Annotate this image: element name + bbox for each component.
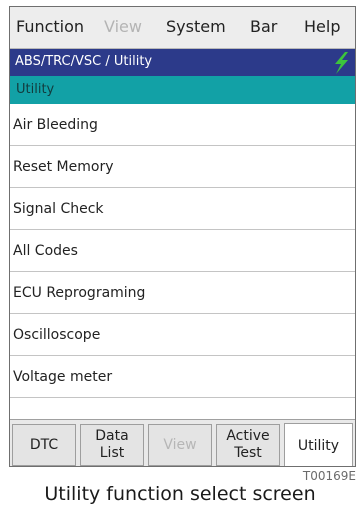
tab-bar: DTC Data List View Active Test Utility bbox=[10, 419, 355, 466]
tab-active-test[interactable]: Active Test bbox=[216, 424, 280, 466]
list-item-signal-check[interactable]: Signal Check bbox=[10, 188, 355, 230]
tab-dtc[interactable]: DTC bbox=[12, 424, 76, 466]
list-item-ecu-reprograming[interactable]: ECU Reprograming bbox=[10, 272, 355, 314]
tab-label: Utility bbox=[297, 437, 340, 454]
list-item-label: Oscilloscope bbox=[13, 327, 101, 343]
section-title: Utility bbox=[16, 82, 55, 97]
tester-screen: Function View System Bar Help ABS/TRC/VS… bbox=[9, 6, 356, 467]
figure-code: T00169E bbox=[302, 469, 356, 483]
list-item-label: Air Bleeding bbox=[13, 117, 98, 133]
list-item-label: ECU Reprograming bbox=[13, 285, 146, 301]
breadcrumb-text: ABS/TRC/VSC / Utility bbox=[15, 54, 153, 69]
utility-list: Air Bleeding Reset Memory Signal Check A… bbox=[10, 104, 355, 398]
list-item-voltage-meter[interactable]: Voltage meter bbox=[10, 356, 355, 398]
menu-system[interactable]: System bbox=[166, 17, 226, 36]
tab-view: View bbox=[148, 424, 212, 466]
menu-help[interactable]: Help bbox=[304, 17, 340, 36]
breadcrumb: ABS/TRC/VSC / Utility bbox=[10, 49, 355, 76]
tab-label: Data List bbox=[95, 428, 129, 461]
list-item-label: All Codes bbox=[13, 243, 78, 259]
list-item-air-bleeding[interactable]: Air Bleeding bbox=[10, 104, 355, 146]
tab-utility[interactable]: Utility bbox=[284, 423, 353, 466]
tab-label: DTC bbox=[29, 436, 59, 453]
menu-bar: Function View System Bar Help bbox=[10, 7, 355, 49]
tab-label: Active Test bbox=[226, 428, 270, 461]
list-item-reset-memory[interactable]: Reset Memory bbox=[10, 146, 355, 188]
list-item-oscilloscope[interactable]: Oscilloscope bbox=[10, 314, 355, 356]
section-header: Utility bbox=[10, 76, 355, 104]
tab-data-list[interactable]: Data List bbox=[80, 424, 144, 466]
menu-function[interactable]: Function bbox=[16, 17, 84, 36]
figure-caption: Utility function select screen bbox=[44, 483, 316, 505]
list-item-label: Reset Memory bbox=[13, 159, 114, 175]
menu-bar-item[interactable]: Bar bbox=[250, 17, 277, 36]
lightning-bolt-icon bbox=[335, 52, 348, 74]
list-item-label: Signal Check bbox=[13, 201, 104, 217]
list-item-label: Voltage meter bbox=[13, 369, 113, 385]
menu-view: View bbox=[104, 17, 142, 36]
tab-label: View bbox=[163, 436, 197, 453]
list-item-all-codes[interactable]: All Codes bbox=[10, 230, 355, 272]
